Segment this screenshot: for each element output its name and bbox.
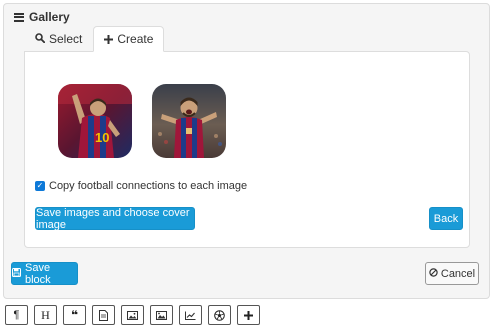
tab-bar: Select Create xyxy=(24,26,165,52)
document-tool[interactable] xyxy=(92,305,115,325)
search-icon xyxy=(35,32,46,46)
tab-create[interactable]: Create xyxy=(93,26,165,52)
paragraph-tool[interactable]: ¶ xyxy=(5,305,28,325)
chart-tool[interactable] xyxy=(179,305,202,325)
floppy-icon xyxy=(12,267,21,280)
player-thumbnail-1[interactable]: 10 xyxy=(58,84,132,158)
save-images-label: Save images and choose cover image xyxy=(36,206,190,231)
create-tab-content: 10 ✓ Copy football connections to each i… xyxy=(24,51,470,248)
copy-connections-option[interactable]: ✓ Copy football connections to each imag… xyxy=(35,180,247,192)
quote-icon: ❝ xyxy=(70,308,79,322)
block-toolbar: ¶ H ❝ xyxy=(5,305,260,325)
tab-select[interactable]: Select xyxy=(24,26,93,52)
football-icon xyxy=(214,309,225,321)
player-thumbnail-2[interactable] xyxy=(152,84,226,158)
add-tool[interactable] xyxy=(237,305,260,325)
tab-create-label: Create xyxy=(117,32,154,46)
tab-select-label: Select xyxy=(49,32,83,46)
back-label: Back xyxy=(433,212,459,225)
player-photo-1: 10 xyxy=(58,84,132,158)
image-icon xyxy=(127,310,138,320)
svg-text:10: 10 xyxy=(95,130,109,145)
copy-connections-label: Copy football connections to each image xyxy=(49,180,248,192)
document-icon xyxy=(99,309,108,321)
cancel-label: Cancel xyxy=(440,267,476,280)
panel-header: Gallery xyxy=(14,10,70,24)
panel-title: Gallery xyxy=(29,10,70,24)
quote-tool[interactable]: ❝ xyxy=(63,305,86,325)
cancel-button[interactable]: Cancel xyxy=(425,262,479,285)
image-tool[interactable] xyxy=(121,305,144,325)
bars-icon xyxy=(14,12,24,22)
heading-icon: H xyxy=(41,307,50,322)
gallery-tool[interactable] xyxy=(150,305,173,325)
save-block-button[interactable]: Save block xyxy=(11,261,78,286)
heading-tool[interactable]: H xyxy=(34,305,57,325)
plus-icon xyxy=(244,310,253,320)
ban-icon xyxy=(429,267,438,280)
copy-connections-checkbox[interactable]: ✓ xyxy=(35,181,45,191)
gallery-icon xyxy=(156,310,167,320)
player-photo-2 xyxy=(152,84,226,158)
line-chart-icon xyxy=(185,311,196,320)
plus-icon xyxy=(104,33,114,46)
save-block-label: Save block xyxy=(25,261,51,286)
paragraph-icon: ¶ xyxy=(13,309,20,321)
back-button[interactable]: Back xyxy=(429,207,463,230)
football-tool[interactable] xyxy=(208,305,231,325)
save-images-button[interactable]: Save images and choose cover image xyxy=(35,206,195,231)
